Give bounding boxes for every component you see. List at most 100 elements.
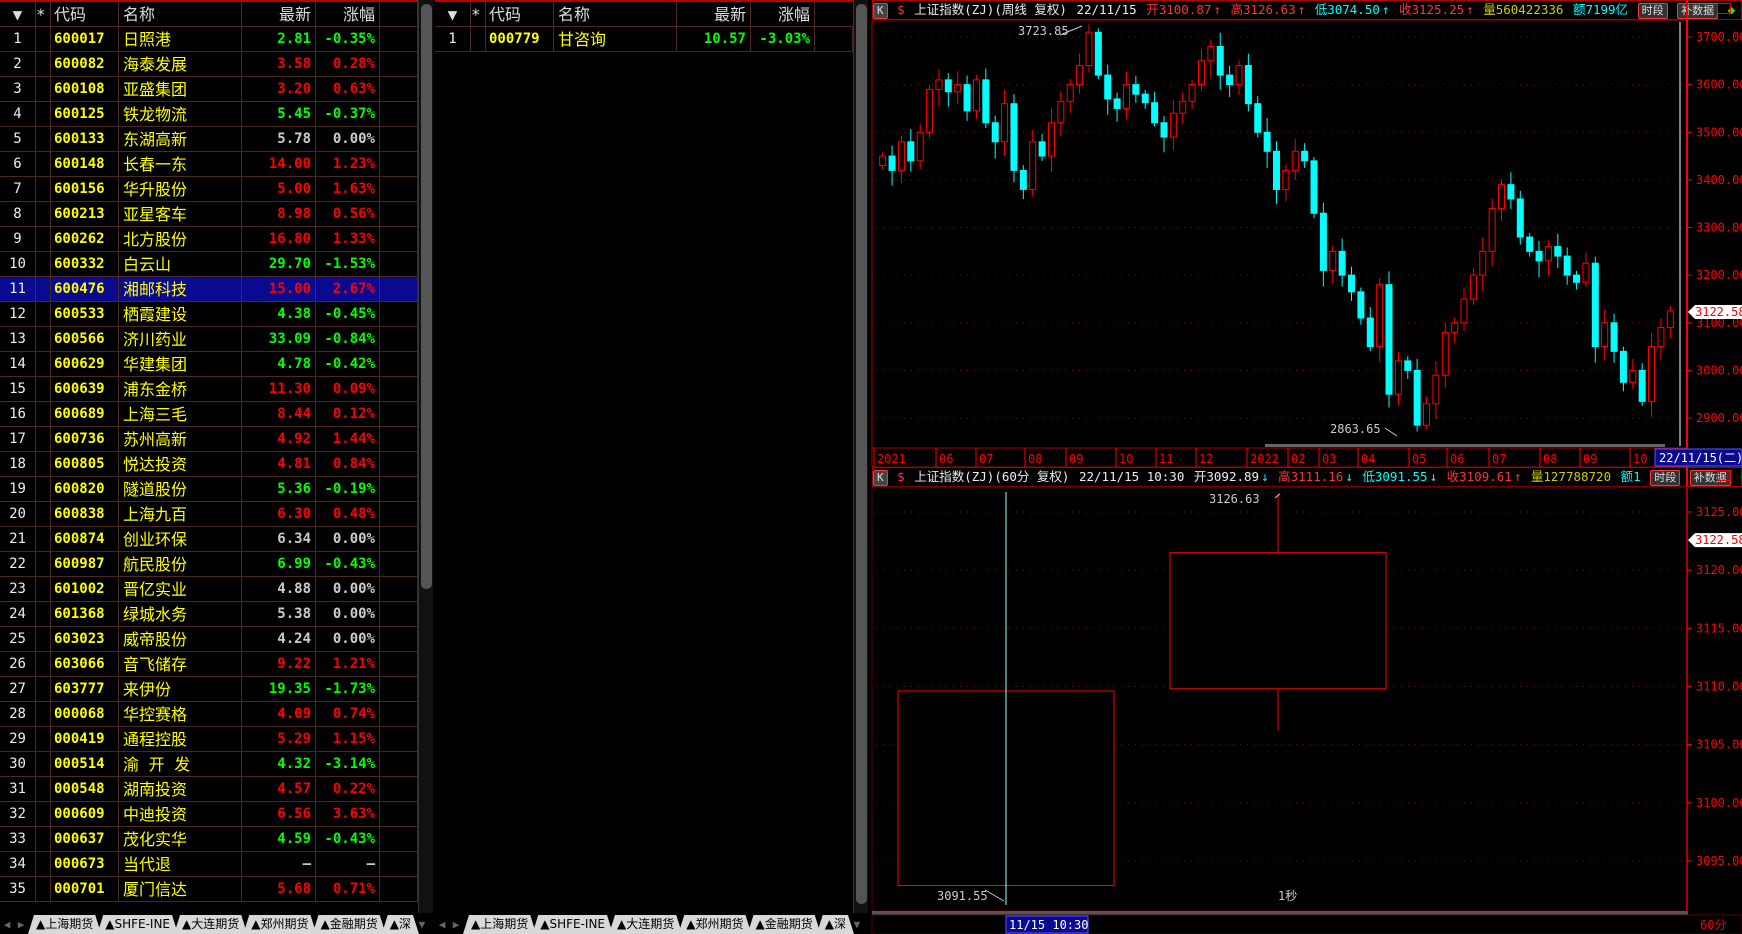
candle-up — [1169, 552, 1387, 690]
y-tick-label: 3100.00 — [1696, 796, 1742, 810]
candle-up — [1488, 207, 1496, 252]
y-tick-label: 3125.00 — [1696, 505, 1742, 519]
candle-down — [1638, 369, 1646, 402]
y-tick-label: 3000.00 — [1696, 363, 1742, 377]
candle-down — [1413, 369, 1421, 426]
candle-down — [1273, 150, 1280, 190]
candle-up — [1076, 65, 1084, 86]
candle-down — [1216, 46, 1224, 76]
y-tick-label: 3700.00 — [1696, 30, 1742, 44]
x-tick-label: 08 — [1543, 452, 1557, 466]
candle-up — [1648, 346, 1656, 402]
x-tick-label: 07 — [979, 452, 993, 466]
x-tick-label: 11 — [1159, 452, 1173, 466]
candle-up — [879, 155, 887, 167]
weekly-cursor-date: 22/11/15(二) — [1659, 451, 1742, 465]
candle-up — [1544, 246, 1552, 262]
candle-down — [1226, 74, 1234, 86]
y-tick-label: 3105.00 — [1696, 738, 1742, 752]
period-label: 60分 — [1700, 918, 1726, 932]
candle-down — [1619, 350, 1627, 383]
weekly-current-price-tag: 3122.58 — [1695, 305, 1742, 319]
candle-down — [1535, 250, 1543, 262]
candle-up — [1629, 369, 1637, 383]
candle-down — [907, 141, 915, 162]
candle-down — [1310, 160, 1318, 214]
candle-down — [1151, 102, 1159, 124]
candle-down — [963, 84, 971, 112]
candle-down — [1254, 103, 1262, 133]
candle-up — [1197, 60, 1205, 86]
x-tick-label: 06 — [1450, 452, 1464, 466]
candle-down — [1610, 322, 1618, 352]
y-tick-label: 3115.00 — [1696, 621, 1742, 635]
candle-up — [1423, 403, 1431, 426]
hourly-current-price-tag: 3122.58 — [1695, 533, 1742, 547]
kline-charts[interactable]: 3700.00 3600.00 3500.00 3400.00 3300.00 3200.… — [0, 0, 1742, 934]
candle-down — [1563, 255, 1571, 276]
weekly-scroll-bar — [1265, 444, 1665, 447]
x-tick-label: 03 — [1322, 452, 1336, 466]
hourly-mid-label: 1秒 — [1278, 889, 1297, 903]
candle-up — [1169, 112, 1177, 138]
candle-up — [1469, 274, 1477, 300]
candle-up — [1282, 169, 1290, 190]
candle-up — [1451, 322, 1459, 333]
y-tick-label: 3120.00 — [1696, 563, 1742, 577]
candle-up — [916, 131, 924, 162]
x-tick-label: 06 — [939, 452, 953, 466]
candle-up — [1207, 46, 1215, 62]
candle-down — [1319, 212, 1327, 271]
candle-down — [1104, 74, 1112, 100]
y-tick-label: 3300.00 — [1696, 221, 1742, 235]
candle-down — [1507, 184, 1515, 200]
candle-up — [926, 88, 934, 133]
candle-up — [1066, 84, 1074, 102]
hourly-min-label: 3091.55 — [937, 889, 988, 903]
candle-down — [1404, 360, 1412, 371]
candle-down — [944, 79, 952, 93]
candle-down — [1244, 65, 1252, 105]
candle-up — [1657, 327, 1665, 348]
candle-up — [897, 141, 905, 171]
weekly-plot-frame — [871, 19, 1688, 449]
weekly-max-label: 3723.85 — [1018, 24, 1069, 38]
candle-up — [1047, 122, 1055, 157]
y-tick-label: 3095.00 — [1696, 854, 1742, 868]
candle-up — [1376, 284, 1384, 348]
x-tick-label: 05 — [1412, 452, 1426, 466]
hourly-max-label: 3126.63 — [1209, 492, 1260, 506]
y-tick-label: 2900.00 — [1696, 411, 1742, 425]
x-tick-label: 12 — [1199, 452, 1213, 466]
candle-up — [1460, 298, 1468, 324]
x-tick-label: 2022 — [1250, 452, 1279, 466]
y-tick-label: 3500.00 — [1696, 125, 1742, 139]
candle-up — [972, 79, 980, 112]
candle-down — [1160, 122, 1168, 138]
x-tick-label: 09 — [1069, 452, 1083, 466]
x-tick-label: 2021 — [877, 452, 906, 466]
candle-up — [1179, 100, 1187, 114]
candle-up — [1057, 100, 1065, 124]
candle-up — [1122, 84, 1130, 109]
candle-down — [982, 79, 990, 124]
candle-up — [1188, 84, 1196, 102]
y-tick-label: 3600.00 — [1696, 78, 1742, 92]
candle-down — [1132, 84, 1140, 95]
candle-down — [1357, 291, 1365, 319]
candle-up — [1329, 250, 1337, 271]
hourly-x-axis — [871, 914, 1742, 934]
x-tick-label: 10 — [1633, 452, 1647, 466]
candle-up — [1601, 322, 1609, 348]
candle-down — [991, 122, 999, 143]
candle-down — [1038, 141, 1046, 157]
candle-up — [935, 79, 943, 90]
candle-up — [1498, 184, 1506, 209]
candle-up — [954, 84, 962, 93]
weekly-min-label: 2863.65 — [1330, 422, 1381, 436]
candle-down — [1094, 31, 1102, 76]
candle-down — [888, 155, 896, 171]
candle-down — [1526, 236, 1534, 252]
candle-down — [1554, 246, 1562, 257]
candle-up — [1001, 103, 1009, 143]
